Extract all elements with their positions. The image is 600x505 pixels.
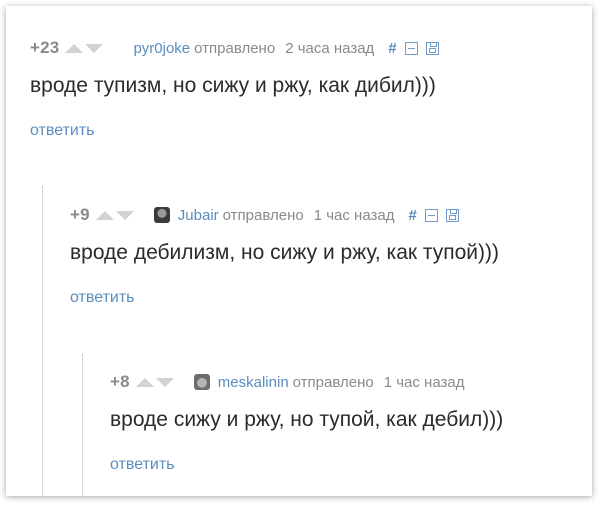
- comment-1-actions: #: [388, 40, 439, 57]
- comment-3-username[interactable]: meskalinin: [218, 374, 289, 391]
- vote-up-icon[interactable]: [95, 210, 114, 220]
- comment-2-sent-label: отправлено: [222, 206, 304, 224]
- comment-1-score: +23: [30, 38, 60, 57]
- comment-2-actions: #: [408, 207, 459, 224]
- comment-2-score: +9: [70, 205, 90, 224]
- save-icon[interactable]: [425, 41, 439, 55]
- comment-3-text: вроде сижу и ржу, но тупой, как дебил))): [110, 408, 504, 431]
- collapse-icon[interactable]: [404, 41, 418, 55]
- comment-2-reply-button[interactable]: ответить: [70, 289, 135, 307]
- comment-3-time[interactable]: 1 час назад: [384, 374, 465, 391]
- comment-1-username[interactable]: pyr0joke: [133, 40, 190, 57]
- comment-3-sent-label: отправлено: [292, 373, 374, 391]
- comment-3-meta: +8 meskalinin отправлено 1 час назад: [110, 370, 464, 394]
- vote-up-icon[interactable]: [135, 377, 154, 387]
- vote-down-icon[interactable]: [85, 43, 104, 53]
- comment-1-meta: +23 pyr0joke отправлено 2 часа назад #: [30, 36, 439, 60]
- comment-1-time[interactable]: 2 часа назад: [285, 40, 374, 57]
- thread-line: [82, 354, 83, 496]
- comment-2: +9 Jubair отправлено 1 час назад # вроде…: [70, 203, 590, 313]
- permalink-icon[interactable]: #: [388, 40, 396, 57]
- avatar[interactable]: [153, 207, 170, 223]
- comment-1-reply-button[interactable]: ответить: [30, 122, 95, 140]
- comments-thread: +23 pyr0joke отправлено 2 часа назад # в…: [6, 6, 592, 496]
- comment-2-text: вроде дебилизм, но сижу и ржу, как тупой…: [70, 241, 500, 264]
- comment-3: +8 meskalinin отправлено 1 час назад вро…: [110, 370, 590, 480]
- comment-1-text: вроде тупизм, но сижу и ржу, как дибил))…: [30, 74, 436, 97]
- comment-2-time[interactable]: 1 час назад: [314, 207, 395, 224]
- vote-up-icon[interactable]: [65, 43, 84, 53]
- comment-3-score: +8: [110, 372, 130, 391]
- comment-1-sent-label: отправлено: [194, 39, 276, 57]
- permalink-icon[interactable]: #: [408, 207, 416, 224]
- comment-2-meta: +9 Jubair отправлено 1 час назад #: [70, 203, 459, 227]
- collapse-icon[interactable]: [424, 208, 438, 222]
- thread-line: [42, 186, 43, 496]
- vote-down-icon[interactable]: [115, 210, 134, 220]
- vote-down-icon[interactable]: [155, 377, 174, 387]
- save-icon[interactable]: [445, 208, 459, 222]
- comment-3-reply-button[interactable]: ответить: [110, 456, 175, 474]
- comment-1: +23 pyr0joke отправлено 2 часа назад # в…: [30, 36, 590, 146]
- comment-2-username[interactable]: Jubair: [178, 207, 219, 224]
- avatar[interactable]: [193, 374, 210, 390]
